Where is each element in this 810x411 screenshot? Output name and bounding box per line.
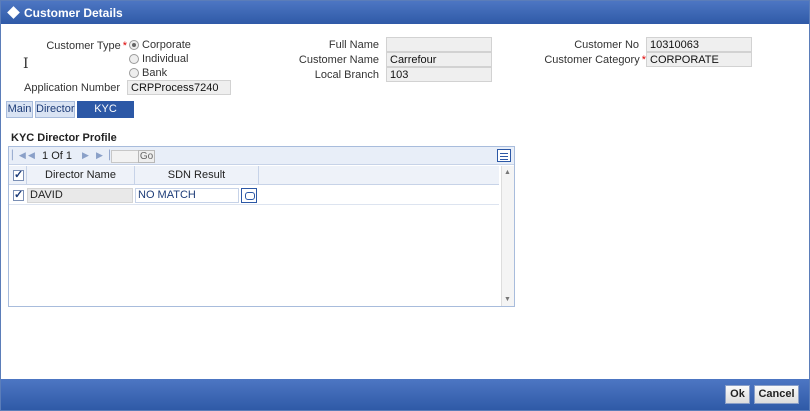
- sdn-result-cell[interactable]: NO MATCH: [135, 188, 239, 203]
- customer-details-window: Customer Details I Customer Type * Corpor…: [0, 0, 810, 411]
- last-page-icon[interactable]: ▶▕: [96, 150, 110, 161]
- header-director-name[interactable]: Director Name: [27, 166, 135, 185]
- scroll-down-icon[interactable]: ▼: [504, 296, 511, 303]
- required-marker: *: [122, 40, 127, 52]
- cancel-button[interactable]: Cancel: [754, 385, 799, 404]
- radio-individual-label: Individual: [142, 53, 189, 65]
- customer-category-label: Customer Category *: [521, 54, 646, 66]
- current-page: 1: [42, 150, 49, 162]
- customer-type-label: Customer Type *: [21, 40, 127, 52]
- first-page-icon[interactable]: ▏◀: [12, 150, 26, 161]
- grid-vertical-scrollbar[interactable]: ▲ ▼: [501, 166, 514, 306]
- page-indicator: 1 Of 1: [42, 150, 72, 162]
- window-title: Customer Details: [24, 6, 123, 20]
- text-cursor-icon: I: [23, 56, 29, 72]
- list-view-icon[interactable]: [497, 149, 511, 162]
- tab-kyc-details[interactable]: KYC Details: [77, 101, 134, 130]
- customer-no-field[interactable]: 10310063: [646, 37, 752, 52]
- grid-header: Director Name SDN Result: [9, 166, 499, 185]
- table-row: DAVID NO MATCH: [9, 186, 499, 205]
- sdn-lookup-icon[interactable]: [241, 188, 257, 203]
- footer-bar: Ok Cancel: [1, 379, 809, 410]
- radio-corporate-label: Corporate: [142, 39, 191, 51]
- tab-main[interactable]: Main: [6, 101, 33, 118]
- customer-name-field[interactable]: Carrefour: [386, 52, 492, 67]
- director-name-cell[interactable]: DAVID: [27, 188, 133, 203]
- tab-director[interactable]: Director: [35, 101, 75, 118]
- customer-category-label-text: Customer Category: [544, 54, 640, 66]
- window-diamond-icon: [7, 6, 20, 19]
- full-name-label: Full Name: [328, 39, 379, 51]
- application-number-label: Application Number: [24, 82, 120, 94]
- full-name-field[interactable]: [386, 37, 492, 52]
- go-button[interactable]: Go: [138, 150, 155, 163]
- row-checkbox[interactable]: [13, 188, 24, 201]
- header-sdn-result[interactable]: SDN Result: [135, 166, 259, 185]
- title-bar[interactable]: Customer Details: [1, 1, 809, 24]
- kyc-director-profile-title: KYC Director Profile: [11, 132, 117, 144]
- customer-name-label: Customer Name: [298, 54, 379, 66]
- previous-page-icon[interactable]: ◀: [28, 150, 35, 161]
- customer-no-label: Customer No: [574, 39, 639, 51]
- total-pages: 1: [65, 150, 72, 162]
- application-number-field[interactable]: CRPProcess7240: [127, 80, 231, 95]
- radio-unselected-icon[interactable]: [129, 54, 139, 64]
- customer-category-field[interactable]: CORPORATE: [646, 52, 752, 67]
- radio-selected-icon[interactable]: [129, 40, 139, 50]
- next-page-icon[interactable]: ▶: [82, 150, 89, 161]
- kyc-director-grid: ▏◀ ◀ 1 Of 1 ▶ ▶▕ Go Director Name SDN Re…: [8, 146, 515, 307]
- of-label: Of: [51, 150, 63, 162]
- radio-bank-label: Bank: [142, 67, 168, 79]
- scroll-up-icon[interactable]: ▲: [504, 169, 511, 176]
- local-branch-label: Local Branch: [314, 69, 379, 81]
- radio-unselected-icon[interactable]: [129, 68, 139, 78]
- grid-pager: ▏◀ ◀ 1 Of 1 ▶ ▶▕ Go: [9, 147, 514, 165]
- local-branch-field[interactable]: 103: [386, 67, 492, 82]
- customer-type-label-text: Customer Type: [46, 40, 121, 52]
- header-checkbox-cell: [9, 166, 27, 185]
- ok-button[interactable]: Ok: [725, 385, 750, 404]
